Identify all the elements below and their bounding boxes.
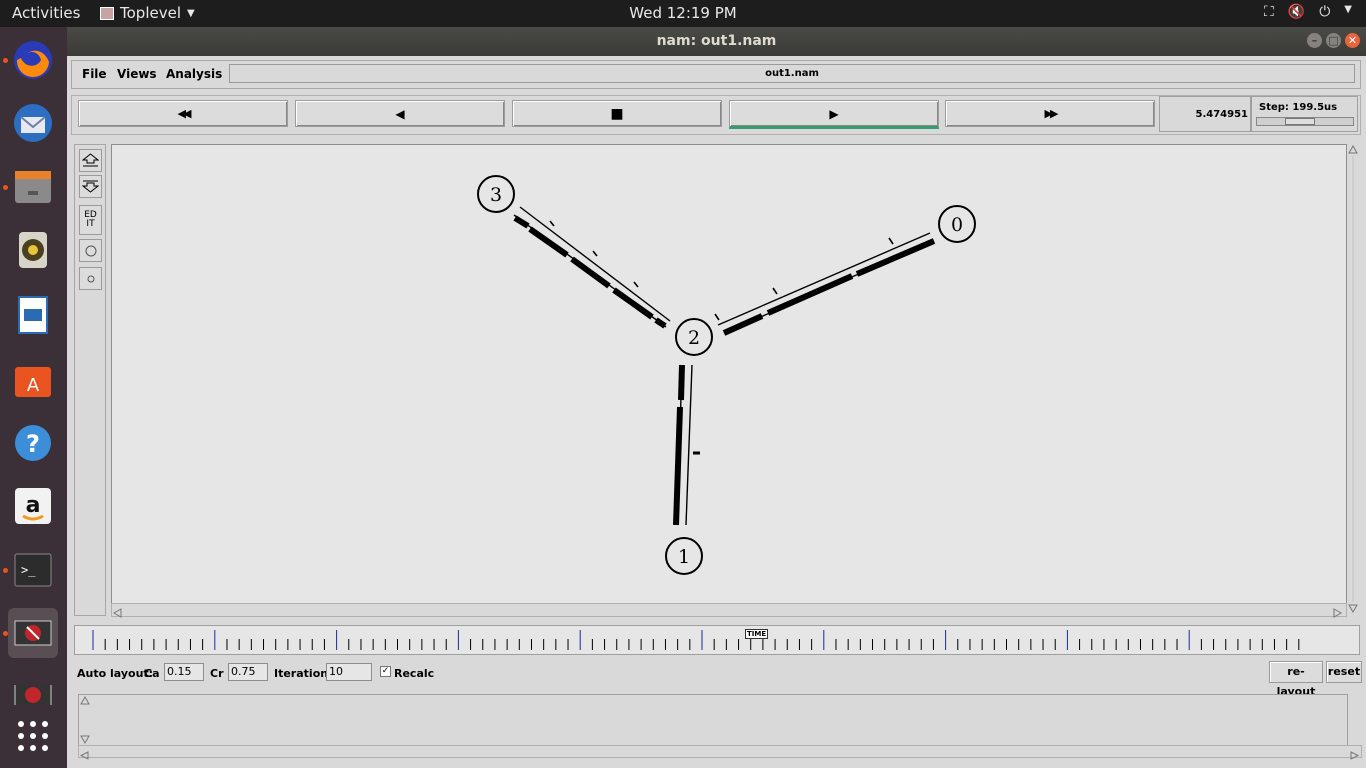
app-menu[interactable]: Toplevel ▼ xyxy=(100,4,195,22)
node-label: 2 xyxy=(688,327,700,349)
iterations-input[interactable]: 10 xyxy=(326,663,372,681)
svg-text:>_: >_ xyxy=(21,563,36,577)
re-layout-button[interactable]: re-layout xyxy=(1269,661,1323,698)
annotation-horizontal-scrollbar[interactable] xyxy=(78,745,1362,760)
nam-window: nam: out1.nam – □ ✕ File Views Analysis … xyxy=(67,27,1366,768)
writer-icon[interactable] xyxy=(8,290,58,340)
terminal-icon[interactable]: >_ xyxy=(8,545,58,595)
firefox-icon[interactable] xyxy=(8,35,58,85)
link-2-0 xyxy=(714,232,936,336)
power-icon[interactable]: ⏻ xyxy=(1319,4,1330,20)
svg-text:?: ? xyxy=(26,430,40,458)
stop-icon: ■ xyxy=(610,105,624,122)
volume-muted-icon[interactable]: 🔇 xyxy=(1288,4,1305,20)
cr-label: Cr xyxy=(210,667,224,680)
help-icon[interactable]: ? xyxy=(8,418,58,468)
thunderbird-icon[interactable] xyxy=(8,98,58,148)
link-3-2 xyxy=(513,206,671,329)
reset-button[interactable]: reset xyxy=(1326,661,1362,683)
link-2-1 xyxy=(673,364,700,526)
playback-controls: ◀◀ ◀ ■ ▶ ▶▶ 5.474951 Step: 199.5us xyxy=(71,95,1361,135)
svg-text:A: A xyxy=(27,375,40,396)
network-icon[interactable]: ⛶ xyxy=(1264,4,1274,20)
annotation-area[interactable] xyxy=(78,694,1348,746)
topology-graph[interactable]: 3 0 2 1 xyxy=(112,145,1346,603)
menu-views[interactable]: Views xyxy=(117,67,157,81)
step-control: Step: 199.5us xyxy=(1251,96,1358,132)
menu-bar: File Views Analysis out1.nam xyxy=(71,60,1361,89)
circle-small-icon[interactable] xyxy=(79,267,102,290)
dock: A ? a >_ xyxy=(0,27,67,768)
step-back-button[interactable]: ◀ xyxy=(295,100,505,127)
cr-input[interactable]: 0.75 xyxy=(228,663,268,681)
auto-layout-label: Auto layout: xyxy=(77,667,154,680)
network-canvas[interactable]: 3 0 2 1 xyxy=(111,144,1347,604)
activities-button[interactable]: Activities xyxy=(12,4,80,22)
node-label: 3 xyxy=(490,184,502,206)
circle-large-icon[interactable] xyxy=(79,239,102,262)
rhythmbox-icon[interactable] xyxy=(8,225,58,275)
step-label: Step: 199.5us xyxy=(1259,102,1338,113)
edit-button[interactable]: ED IT xyxy=(79,205,102,235)
node-label: 0 xyxy=(951,214,963,236)
ca-input[interactable]: 0.15 xyxy=(164,663,204,681)
step-slider-thumb[interactable] xyxy=(1285,118,1315,125)
timeline-ticks xyxy=(92,630,1300,650)
backward-icon: ◀ xyxy=(395,106,405,121)
apps-grid-icon[interactable] xyxy=(8,711,58,761)
chevron-down-icon: ▼ xyxy=(186,7,195,19)
play-button[interactable]: ▶ xyxy=(729,100,939,129)
zoom-out-icon[interactable] xyxy=(79,175,102,198)
minimize-icon[interactable]: – xyxy=(1307,33,1322,48)
zoom-in-icon[interactable] xyxy=(79,149,102,172)
menu-analysis[interactable]: Analysis xyxy=(166,67,222,81)
node-3[interactable]: 3 xyxy=(477,175,515,213)
current-time: 5.474951 xyxy=(1159,96,1251,132)
node-label: 1 xyxy=(678,546,690,568)
step-slider[interactable] xyxy=(1256,117,1354,126)
svg-text:a: a xyxy=(26,493,41,518)
nam-icon[interactable] xyxy=(8,685,58,705)
chevron-down-icon[interactable]: ▼ xyxy=(1344,4,1352,20)
menu-file[interactable]: File xyxy=(82,67,107,81)
app-icon xyxy=(100,6,114,20)
amazon-icon[interactable]: a xyxy=(8,481,58,531)
timeline-slider[interactable]: TIME xyxy=(74,625,1360,655)
auto-layout-bar: Auto layout: Ca 0.15 Cr 0.75 Iterations … xyxy=(77,661,1362,698)
system-tray[interactable]: ⛶ 🔇 ⏻ ▼ xyxy=(1264,4,1352,20)
clock[interactable]: Wed 12:19 PM xyxy=(629,4,736,22)
close-icon[interactable]: ✕ xyxy=(1345,33,1360,48)
nam-icon[interactable] xyxy=(8,608,58,658)
recalc-label: Recalc xyxy=(394,667,435,680)
software-icon[interactable]: A xyxy=(8,354,58,404)
vertical-scrollbar[interactable] xyxy=(1346,144,1360,614)
play-icon: ▶ xyxy=(829,106,839,121)
ca-label: Ca xyxy=(144,667,160,680)
rewind-button[interactable]: ◀◀ xyxy=(78,100,288,127)
node-2[interactable]: 2 xyxy=(675,318,713,356)
app-menu-label: Toplevel xyxy=(120,4,181,22)
maximize-icon[interactable]: □ xyxy=(1326,33,1341,48)
filename-label: out1.nam xyxy=(229,64,1355,83)
toolbox: ED IT xyxy=(74,144,106,616)
fast-forward-button[interactable]: ▶▶ xyxy=(945,100,1155,127)
top-bar: Activities Toplevel ▼ Wed 12:19 PM ⛶ 🔇 ⏻… xyxy=(0,0,1366,27)
node-1[interactable]: 1 xyxy=(665,537,703,575)
window-titlebar[interactable]: nam: out1.nam – □ ✕ xyxy=(67,27,1366,56)
window-title: nam: out1.nam xyxy=(656,33,777,49)
stop-button[interactable]: ■ xyxy=(512,100,722,127)
node-0[interactable]: 0 xyxy=(938,205,976,243)
rewind-icon: ◀◀ xyxy=(177,107,192,120)
horizontal-scrollbar[interactable] xyxy=(111,603,1347,618)
fast-forward-icon: ▶▶ xyxy=(1044,107,1059,120)
recalc-checkbox[interactable]: ✓ xyxy=(380,666,391,677)
files-icon[interactable] xyxy=(8,162,58,212)
time-marker[interactable]: TIME xyxy=(745,629,769,639)
